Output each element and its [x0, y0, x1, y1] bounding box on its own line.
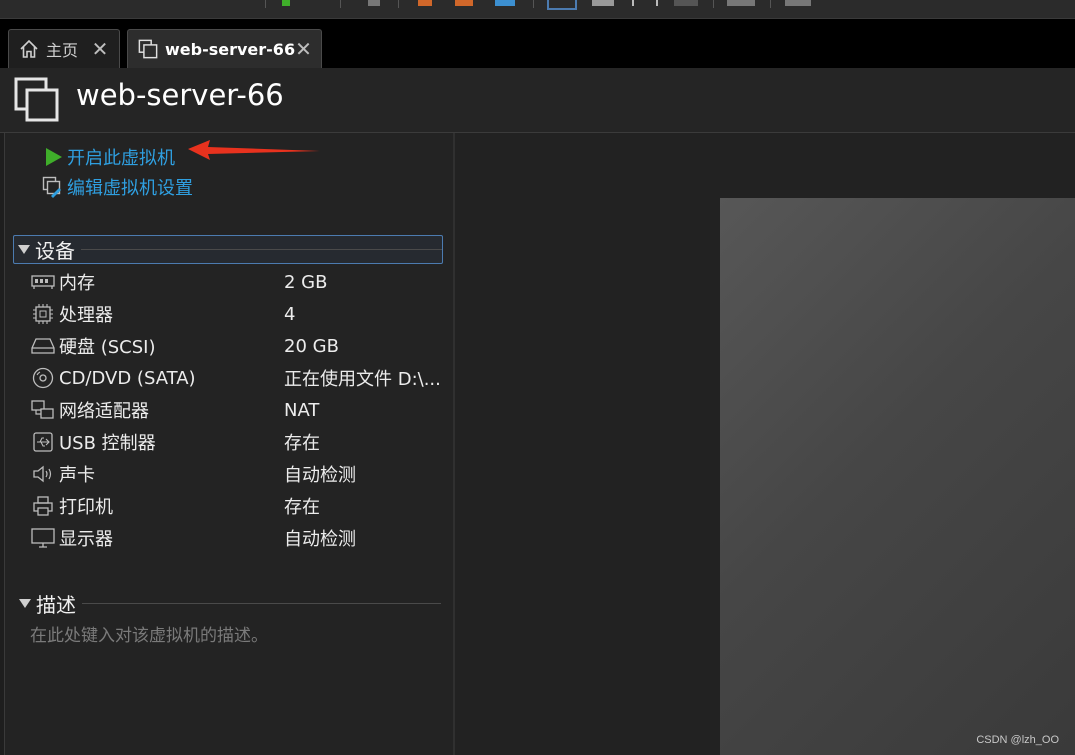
device-name: 处理器	[59, 305, 113, 326]
device-list: 内存 2 GB 处理器 4 硬盘 (SCSI) 20 GB CD/DVD (SA…	[31, 266, 451, 554]
device-row-memory[interactable]: 内存 2 GB	[31, 266, 451, 298]
fullscreen-icon[interactable]	[592, 0, 614, 6]
toolbar-separator	[533, 0, 534, 8]
revert-snapshot-icon[interactable]	[455, 0, 473, 6]
fit-window-icon[interactable]	[632, 0, 658, 6]
close-icon[interactable]: ✕	[295, 39, 312, 59]
vm-icon	[14, 77, 60, 127]
device-value: 存在	[284, 497, 320, 518]
tab-vm-label: web-server-66	[165, 39, 296, 59]
power-on-icon[interactable]	[282, 0, 290, 6]
toolbar-separator	[265, 0, 266, 8]
memory-icon	[31, 271, 55, 293]
unity-icon[interactable]	[674, 0, 698, 6]
annotation-arrow-icon	[188, 140, 320, 160]
device-row-cd-dvd[interactable]: CD/DVD (SATA) 正在使用文件 D:\...	[31, 362, 451, 394]
device-row-hard-disk[interactable]: 硬盘 (SCSI) 20 GB	[31, 330, 451, 362]
page-title: web-server-66	[76, 78, 284, 112]
device-value: 存在	[284, 433, 320, 454]
device-name: 声卡	[59, 465, 95, 486]
edit-vm-settings-link[interactable]: 编辑虚拟机设置	[42, 174, 193, 200]
device-name: 内存	[59, 273, 95, 294]
devices-section-title: 设备	[35, 239, 75, 263]
snapshot-icon[interactable]	[418, 0, 432, 6]
display-icon	[31, 527, 55, 549]
vm-icon	[138, 39, 158, 59]
printer-icon	[31, 495, 55, 517]
device-row-processor[interactable]: 处理器 4	[31, 298, 451, 330]
device-row-display[interactable]: 显示器 自动检测	[31, 522, 451, 554]
snapshot-manager-icon[interactable]	[495, 0, 515, 6]
power-on-vm-label: 开启此虚拟机	[67, 148, 175, 169]
vm-console-preview[interactable]	[720, 198, 1075, 755]
device-value: 20 GB	[284, 335, 339, 357]
section-divider	[81, 249, 442, 250]
vm-header: web-server-66	[0, 68, 1075, 133]
tab-home-label: 主页	[46, 41, 79, 60]
device-value: 正在使用文件 D:\...	[284, 369, 441, 390]
toolbar-separator	[340, 0, 341, 8]
device-row-sound-card[interactable]: 声卡 自动检测	[31, 458, 451, 490]
device-name: USB 控制器	[59, 433, 156, 454]
tab-bar: 主页 ✕ web-server-66 ✕	[0, 19, 1075, 68]
device-row-printer[interactable]: 打印机 存在	[31, 490, 451, 522]
edit-vm-settings-label: 编辑虚拟机设置	[67, 178, 193, 199]
device-value: 4	[284, 303, 296, 325]
toolbar-separator	[713, 0, 714, 8]
toolbar-separator	[770, 0, 771, 8]
devices-section-header[interactable]: 设备	[13, 235, 443, 264]
edit-settings-icon	[42, 176, 64, 198]
cpu-icon	[31, 303, 55, 325]
device-name: 显示器	[59, 529, 113, 550]
power-on-vm-link[interactable]: 开启此虚拟机	[42, 144, 175, 170]
device-name: 打印机	[59, 497, 113, 518]
console-view-icon[interactable]	[547, 0, 577, 10]
toolbar-separator	[398, 0, 399, 8]
description-section-title: 描述	[36, 592, 76, 617]
close-icon[interactable]: ✕	[91, 39, 109, 59]
device-value: 自动检测	[284, 529, 356, 550]
dropdown-icon[interactable]	[368, 0, 380, 6]
device-value: 自动检测	[284, 465, 356, 486]
device-row-network-adapter[interactable]: 网络适配器 NAT	[31, 394, 451, 426]
tab-home[interactable]: 主页 ✕	[8, 29, 120, 68]
stretch-icon[interactable]	[785, 0, 811, 6]
device-value: 2 GB	[284, 271, 328, 293]
sound-icon	[31, 463, 55, 485]
tab-web-server-66[interactable]: web-server-66 ✕	[127, 29, 322, 68]
collapse-triangle-icon	[18, 245, 30, 254]
device-value: NAT	[284, 399, 320, 421]
collapse-triangle-icon	[19, 598, 31, 608]
device-name: 网络适配器	[59, 401, 149, 422]
play-icon	[42, 146, 64, 168]
console-icon[interactable]	[727, 0, 755, 6]
cd-icon	[31, 367, 55, 389]
disk-icon	[31, 335, 55, 357]
description-section-header[interactable]: 描述	[15, 590, 441, 617]
network-icon	[31, 399, 55, 421]
device-name: 硬盘 (SCSI)	[59, 337, 156, 358]
home-icon	[19, 39, 39, 59]
toolbar	[0, 0, 1075, 19]
device-name: CD/DVD (SATA)	[59, 367, 196, 389]
watermark: CSDN @lzh_OO	[976, 734, 1059, 746]
section-divider	[82, 602, 441, 604]
usb-icon	[31, 431, 55, 453]
description-input[interactable]: 在此处键入对该虚拟机的描述。	[30, 621, 268, 646]
device-row-usb-controller[interactable]: USB 控制器 存在	[31, 426, 451, 458]
